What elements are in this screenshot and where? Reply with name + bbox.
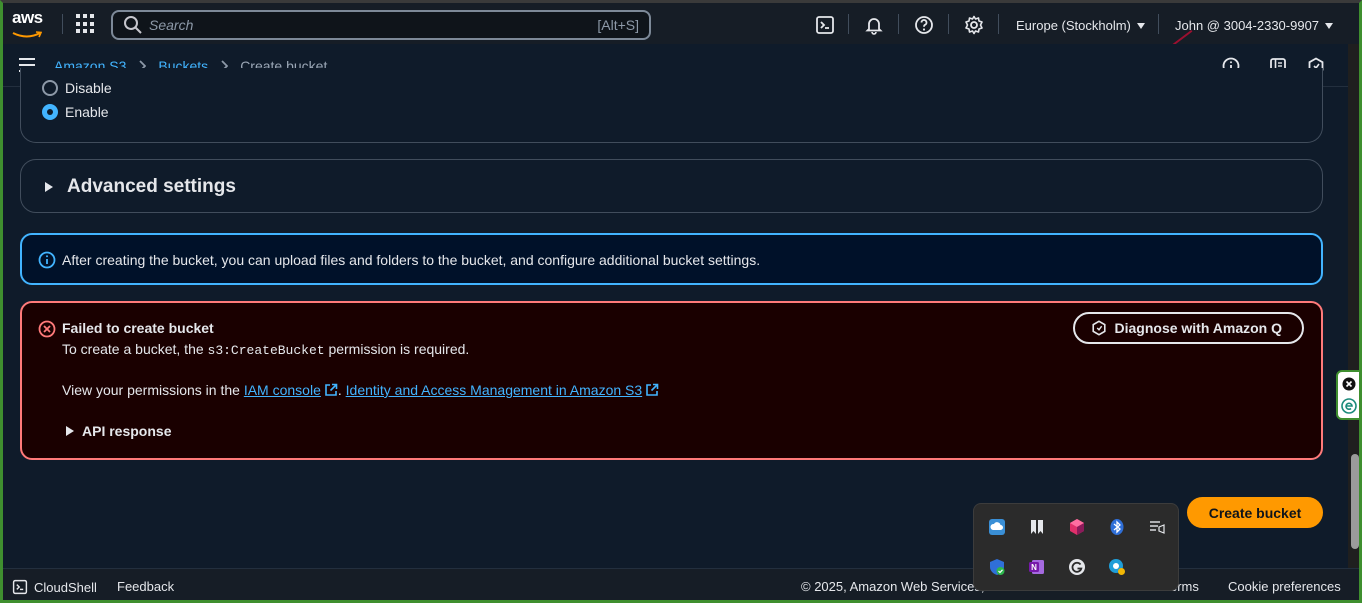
create-bucket-button[interactable]: Create bucket (1187, 497, 1323, 528)
cloud-sync-icon[interactable] (988, 518, 1006, 536)
info-alert: After creating the bucket, you can uploa… (20, 233, 1323, 285)
error-alert: Failed to create bucket To create a buck… (20, 301, 1323, 460)
svg-text:N: N (1031, 563, 1037, 572)
divider (898, 14, 899, 34)
divider (998, 14, 999, 34)
divider (948, 14, 949, 34)
iam-s3-docs-label: Identity and Access Management in Amazon… (345, 382, 643, 398)
radio-disable[interactable] (42, 80, 58, 96)
error-title: Failed to create bucket (62, 320, 214, 336)
help-icon[interactable] (914, 15, 934, 35)
cloudshell-icon[interactable] (815, 15, 835, 35)
cookie-preferences-link[interactable]: Cookie preferences (1228, 579, 1341, 594)
error-icon (38, 320, 56, 338)
divider (62, 14, 63, 34)
grammarly-icon[interactable] (1068, 558, 1086, 576)
system-tray-overflow: N (973, 503, 1179, 591)
amazon-q-icon (1091, 320, 1106, 336)
search-shortcut: [Alt+S] (597, 17, 639, 33)
account-menu[interactable]: John @ 3004-2330-9907 (1175, 18, 1334, 33)
caret-down-icon (1325, 22, 1334, 29)
external-link-icon (325, 383, 338, 396)
cloudshell-label: CloudShell (34, 579, 97, 595)
search-icon (124, 16, 142, 34)
diagnose-amazon-q-button[interactable]: Diagnose with Amazon Q (1072, 312, 1304, 344)
vertical-scrollbar[interactable] (1348, 44, 1362, 568)
aws-smile-icon (12, 31, 43, 38)
scrollbar-thumb[interactable] (1351, 454, 1359, 549)
search-input[interactable] (149, 17, 569, 33)
iam-console-label: IAM console (243, 382, 321, 398)
feedback-link[interactable]: Feedback (117, 579, 174, 594)
advanced-settings-panel[interactable]: Advanced settings (20, 159, 1323, 213)
info-icon (38, 251, 56, 269)
services-menu-icon[interactable] (76, 14, 96, 34)
bluetooth-icon[interactable] (1108, 518, 1126, 536)
aws-logo-text: aws (12, 8, 43, 27)
advanced-settings-title: Advanced settings (67, 176, 236, 197)
gear-icon[interactable] (964, 15, 984, 35)
versioning-panel: Disable Enable (20, 68, 1323, 143)
edge-update-icon[interactable] (1108, 558, 1126, 576)
side-extension-widget (1336, 370, 1362, 420)
permission-code: s3:CreateBucket (207, 343, 325, 358)
error-message-post: permission is required. (324, 341, 470, 357)
bookmark-app-icon[interactable] (1028, 518, 1046, 536)
permissions-pre: View your permissions in the (62, 382, 244, 398)
region-selector[interactable]: Europe (Stockholm) (1016, 18, 1145, 33)
cube-app-icon[interactable] (1068, 518, 1086, 536)
diagnose-label: Diagnose with Amazon Q (1114, 320, 1283, 336)
info-alert-text: After creating the bucket, you can uploa… (62, 252, 761, 268)
media-cast-icon[interactable] (1148, 518, 1166, 536)
error-message-pre: To create a bucket, the (62, 341, 208, 357)
onenote-icon[interactable]: N (1028, 558, 1046, 576)
radio-enable-label: Enable (65, 104, 109, 120)
caret-down-icon (1136, 22, 1145, 29)
external-link-icon (646, 383, 659, 396)
separator: . (337, 382, 346, 398)
api-response-toggle[interactable]: API response (82, 423, 171, 439)
close-circle-icon[interactable] (1342, 377, 1356, 391)
search-box[interactable]: [Alt+S] (111, 10, 651, 40)
radio-enable[interactable] (42, 104, 58, 120)
radio-disable-label: Disable (65, 80, 112, 96)
bell-icon[interactable] (864, 15, 884, 35)
account-label: John @ 3004-2330-9907 (1175, 18, 1320, 33)
error-message: To create a bucket, the s3:CreateBucket … (62, 341, 469, 358)
iam-console-link[interactable]: IAM console (244, 382, 338, 398)
expand-caret-icon (45, 182, 53, 192)
expand-caret-icon[interactable] (66, 426, 74, 436)
top-navigation: aws [Alt+S] Europe (Stockholm) John @ 30… (0, 3, 1362, 44)
copyright-text: © 2025, Amazon Web Services, I (801, 579, 992, 594)
iam-s3-docs-link[interactable]: Identity and Access Management in Amazon… (346, 382, 660, 398)
cloudshell-icon (12, 579, 28, 595)
cloudshell-link[interactable]: CloudShell (12, 579, 97, 595)
extension-logo-icon[interactable] (1341, 398, 1357, 414)
aws-logo[interactable]: aws (12, 8, 46, 38)
permissions-line: View your permissions in the IAM console… (62, 382, 659, 398)
divider (1158, 14, 1159, 34)
region-label: Europe (Stockholm) (1016, 18, 1131, 33)
divider (848, 14, 849, 34)
security-shield-icon[interactable] (988, 558, 1006, 576)
